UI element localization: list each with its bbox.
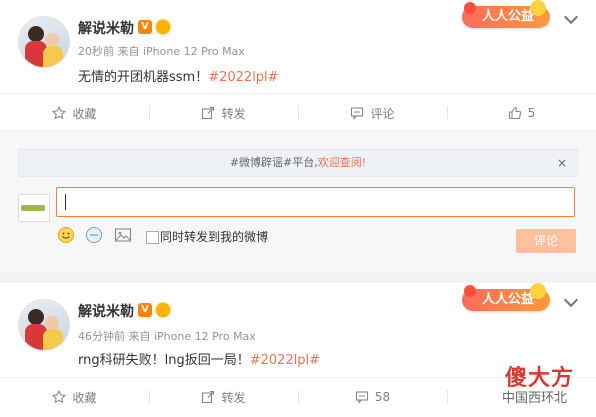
- post-meta: 20秒前 来自 iPhone 12 Pro Max: [78, 43, 245, 59]
- post-source: 来自 iPhone 12 Pro Max: [117, 45, 245, 58]
- my-avatar: [18, 194, 50, 222]
- favorite-button[interactable]: 收藏: [0, 378, 149, 416]
- close-icon[interactable]: ×: [557, 150, 567, 176]
- share-icon: [202, 106, 215, 120]
- text-caret: [65, 194, 66, 210]
- chevron-down-icon[interactable]: [563, 292, 579, 308]
- sun-badge-icon: [156, 20, 170, 34]
- comment-count: 58: [374, 390, 391, 404]
- author-name[interactable]: 解说米勒: [78, 18, 134, 38]
- sun-badge-icon: [156, 303, 170, 317]
- comment-label: 评论: [370, 106, 395, 121]
- hashtag-link[interactable]: #2022lpl#: [250, 353, 320, 368]
- repost-label: 转发: [221, 106, 246, 121]
- author-name[interactable]: 解说米勒: [78, 301, 134, 321]
- like-button[interactable]: 5: [447, 94, 596, 132]
- comment-icon: [355, 391, 368, 404]
- verified-badge-icon: V: [138, 20, 152, 34]
- image-icon[interactable]: [114, 226, 132, 244]
- comment-composer: #微博辟谣#平台,欢迎查阅! × 同时转发到我的微博 评论: [0, 130, 596, 274]
- share-icon: [202, 390, 215, 404]
- post-time[interactable]: 46分钟前: [78, 330, 125, 343]
- favorite-label: 收藏: [72, 390, 97, 405]
- charity-banner[interactable]: 人人公益: [462, 0, 551, 28]
- feed-separator: [0, 273, 596, 283]
- comment-input[interactable]: [56, 187, 575, 217]
- like-count: 5: [527, 106, 536, 120]
- gif-icon[interactable]: [85, 226, 103, 244]
- star-icon: [52, 106, 67, 120]
- action-divider: [447, 390, 448, 404]
- rumor-notice: #微博辟谣#平台,欢迎查阅! ×: [18, 149, 578, 177]
- comment-icon: [351, 107, 364, 120]
- post-body: 无情的开团机器ssm！: [78, 70, 209, 85]
- post-card-1: 解说米勒 V 人人公益 20秒前 来自 iPhone 12 Pro Max 无情…: [0, 0, 596, 130]
- post-source: 来自 iPhone 12 Pro Max: [128, 330, 256, 343]
- submit-comment-button[interactable]: 评论: [516, 229, 576, 253]
- post-actions: 收藏 转发 评论 5: [0, 93, 596, 132]
- post-text: rng科研失败！lng扳回一局！#2022lpl#: [78, 349, 320, 368]
- repost-checkbox-label[interactable]: 同时转发到我的微博: [160, 228, 268, 245]
- favorite-label: 收藏: [72, 106, 97, 121]
- emoji-icon[interactable]: [57, 226, 75, 244]
- avatar[interactable]: [18, 16, 70, 68]
- watermark-subtitle: 中国西环北: [502, 391, 568, 406]
- repost-checkbox[interactable]: [146, 231, 159, 244]
- post-time[interactable]: 20秒前: [78, 45, 114, 58]
- star-icon: [52, 390, 67, 404]
- verified-badge-icon: V: [138, 303, 152, 317]
- avatar[interactable]: [18, 299, 70, 351]
- thumbs-up-icon: [508, 106, 521, 120]
- chevron-down-icon[interactable]: [563, 9, 579, 25]
- charity-banner[interactable]: 人人公益: [462, 283, 551, 311]
- favorite-button[interactable]: 收藏: [0, 94, 149, 132]
- repost-button[interactable]: 转发: [149, 378, 298, 416]
- comment-button[interactable]: 58: [298, 378, 447, 416]
- comment-button[interactable]: 评论: [298, 94, 447, 132]
- watermark-logo: 傻大方 中国西环北: [500, 360, 590, 410]
- repost-label: 转发: [221, 390, 246, 405]
- notice-text: #微博辟谣#平台,: [229, 156, 318, 169]
- repost-button[interactable]: 转发: [149, 94, 298, 132]
- banner-text: 人人公益: [482, 9, 535, 24]
- notice-link[interactable]: 欢迎查阅!: [318, 156, 366, 169]
- banner-text: 人人公益: [482, 292, 535, 307]
- post-meta: 46分钟前 来自 iPhone 12 Pro Max: [78, 328, 256, 344]
- post-text: 无情的开团机器ssm！#2022lpl#: [78, 66, 279, 85]
- post-body: rng科研失败！lng扳回一局！: [78, 353, 250, 368]
- hashtag-link[interactable]: #2022lpl#: [208, 70, 278, 85]
